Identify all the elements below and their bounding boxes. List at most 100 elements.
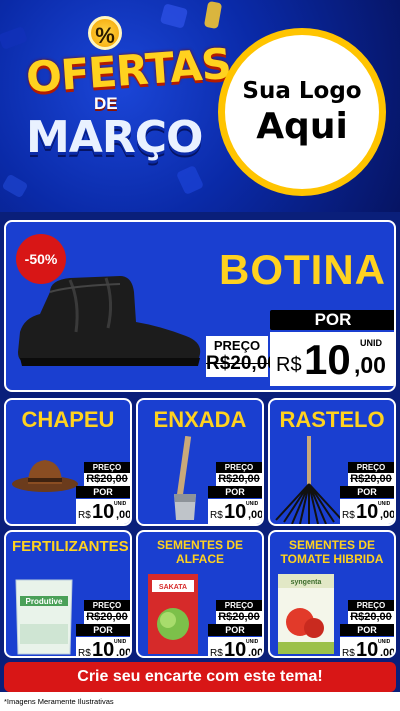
new-price-body: R$ 10 ,00 UNID	[208, 637, 264, 658]
product-name: ENXADA	[153, 407, 247, 432]
product-name: FERTILIZANTES	[12, 538, 129, 555]
price-cents: ,00	[248, 647, 264, 658]
new-price-box: POR R$ 10 ,00 UNID	[270, 310, 394, 386]
unit-label: UNID	[378, 501, 391, 507]
old-price-value: R$20,00	[218, 473, 260, 485]
new-price-body: R$ 10 ,00 UNID	[76, 637, 132, 658]
create-flyer-button[interactable]: Crie seu encarte com este tema!	[4, 662, 396, 692]
old-price-label: PREÇO	[348, 600, 394, 611]
price-integer: 10	[356, 639, 379, 658]
product-card[interactable]: RASTELO PREÇO R$20,00 POR R$ 10 ,00 UNID	[268, 398, 396, 526]
currency-symbol: R$	[276, 354, 302, 376]
header-banner: % OFERTAS DE MARÇO Sua Logo Aqui	[0, 0, 400, 212]
title-ofertas: OFERTAS	[24, 38, 233, 103]
new-price-label: POR	[340, 624, 394, 636]
confetti-shape	[203, 0, 223, 30]
price-cents: ,00	[116, 647, 132, 658]
old-price-box: PREÇO R$20,00	[216, 600, 262, 624]
product-name: SEMENTES DE ALFACE	[156, 538, 243, 566]
new-price-box: POR R$ 10 ,00 UNID	[208, 624, 264, 658]
unit-label: UNID	[114, 639, 127, 645]
product-name: RASTELO	[279, 407, 385, 432]
old-price-value: R$20,00	[218, 611, 260, 623]
percent-badge-icon: %	[88, 16, 122, 50]
product-name: CHAPEU	[21, 407, 115, 432]
old-price-box: PREÇO R$20,00	[216, 462, 262, 486]
new-price-box: POR R$ 10 ,00 UNID	[76, 486, 132, 524]
price-integer: 10	[224, 501, 247, 523]
new-price-label: POR	[76, 624, 130, 636]
new-price-box: POR R$ 10 ,00 UNID	[340, 486, 396, 524]
confetti-shape	[175, 164, 205, 196]
featured-product-card[interactable]: -50% BOTINA PREÇO R$20,00 POR R$ 10 ,00 …	[4, 220, 396, 392]
footnote: *Imagens Meramente Ilustrativas	[4, 697, 114, 706]
product-card[interactable]: SEMENTES DE ALFACE SAKATA PREÇO R$20,00 …	[136, 530, 264, 658]
product-name: SEMENTES DE TOMATE HIBRIDA	[280, 538, 384, 566]
old-price-label: PREÇO	[213, 338, 261, 353]
fertilizer-bag-image: Produtive	[15, 579, 73, 655]
product-card[interactable]: SEMENTES DE TOMATE HIBRIDA syngenta PREÇ…	[268, 530, 396, 658]
old-price-label: PREÇO	[216, 462, 262, 473]
old-price-label: PREÇO	[216, 600, 262, 611]
new-price-box: POR R$ 10 ,00 UNID	[76, 624, 132, 658]
new-price-label: POR	[208, 624, 262, 636]
title-de: DE	[94, 94, 118, 113]
price-integer: 10	[356, 501, 379, 523]
currency-symbol: R$	[210, 648, 223, 658]
old-price-label: PREÇO	[84, 600, 130, 611]
old-price-box: PREÇO R$20,00	[348, 600, 394, 624]
new-price-body: R$ 10 ,00 UNID	[76, 499, 132, 524]
new-price-body: R$ 10 ,00 UNID	[270, 332, 394, 386]
product-card[interactable]: CHAPEU PREÇO R$20,00 POR R$ 10 ,00 UNID	[4, 398, 132, 526]
old-price-value: R$20,00	[86, 473, 128, 485]
currency-symbol: R$	[342, 648, 355, 658]
price-integer: 10	[224, 639, 247, 658]
new-price-body: R$ 10 ,00 UNID	[208, 499, 264, 524]
price-cents: ,00	[248, 509, 264, 521]
rake-image	[275, 436, 343, 524]
new-price-label: POR	[270, 310, 394, 330]
product-card[interactable]: ENXADA PREÇO R$20,00 POR R$ 10 ,00 UNID	[136, 398, 264, 526]
new-price-label: POR	[76, 486, 130, 498]
currency-symbol: R$	[210, 510, 223, 521]
hoe-image	[174, 436, 196, 520]
old-price-box: PREÇO R$20,00	[348, 462, 394, 486]
old-price-box: PREÇO R$20,00	[206, 336, 278, 377]
product-card[interactable]: FERTILIZANTES Produtive PREÇO R$20,00 PO…	[4, 530, 132, 658]
price-cents: ,00	[116, 509, 132, 521]
new-price-label: POR	[208, 486, 262, 498]
title-marco: MARÇO	[26, 112, 203, 163]
old-price-value: R$20,00	[86, 611, 128, 623]
old-price-box: PREÇO R$20,00	[84, 462, 130, 486]
tomato-seed-packet-image: syngenta	[278, 574, 334, 654]
unit-label: UNID	[360, 338, 382, 348]
old-price-label: PREÇO	[84, 462, 130, 473]
price-cents: ,00	[380, 509, 396, 521]
confetti-shape	[159, 3, 189, 29]
unit-label: UNID	[114, 501, 127, 507]
old-price-box: PREÇO R$20,00	[84, 600, 130, 624]
product-brand-text: SAKATA	[159, 584, 187, 591]
currency-symbol: R$	[78, 648, 91, 658]
logo-placeholder[interactable]: Sua Logo Aqui	[218, 28, 386, 196]
price-integer: 10	[92, 501, 115, 523]
price-cents: ,00	[380, 647, 396, 658]
new-price-body: R$ 10 ,00 UNID	[340, 499, 396, 524]
logo-text-line1: Sua Logo	[242, 77, 362, 104]
price-cents: ,00	[354, 352, 386, 378]
hat-image	[12, 460, 78, 492]
old-price-value: R$20,00	[350, 473, 392, 485]
product-brand-text: Produtive	[26, 597, 63, 606]
new-price-label: POR	[340, 486, 394, 498]
currency-symbol: R$	[342, 510, 355, 521]
new-price-body: R$ 10 ,00 UNID	[340, 637, 396, 658]
price-integer: 10	[304, 336, 351, 383]
new-price-box: POR R$ 10 ,00 UNID	[340, 624, 396, 658]
logo-text-line2: Aqui	[256, 105, 348, 147]
unit-label: UNID	[246, 639, 259, 645]
old-price-value: R$20,00	[350, 611, 392, 623]
confetti-shape	[1, 173, 29, 199]
old-price-value: R$20,00	[206, 353, 278, 374]
product-name: BOTINA	[219, 246, 386, 293]
lettuce-seed-packet-image: SAKATA	[148, 574, 198, 654]
